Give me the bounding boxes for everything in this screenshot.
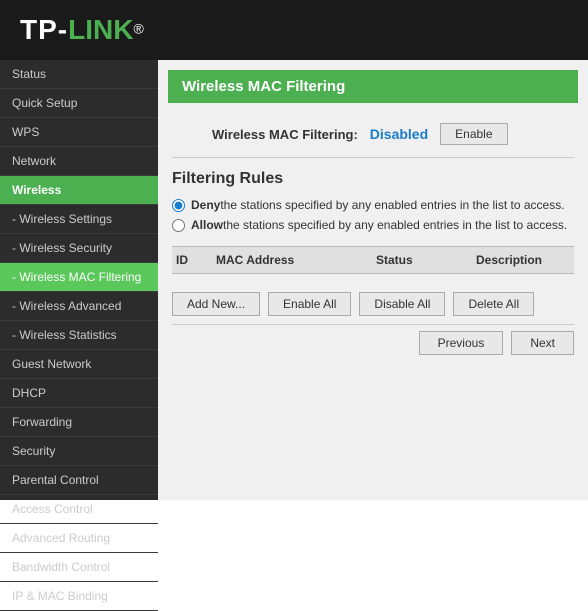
filtering-rules-section: Filtering Rules Deny the stations specif… [172, 170, 574, 355]
logo: TP-LINK® [20, 14, 144, 46]
sidebar-item---wireless-mac-filtering[interactable]: - Wireless MAC Filtering [0, 263, 158, 292]
sidebar-item---wireless-advanced[interactable]: - Wireless Advanced [0, 292, 158, 321]
col-mac-header: MAC Address [216, 253, 376, 267]
page-title-bar: Wireless MAC Filtering [168, 70, 578, 103]
sidebar-item-security[interactable]: Security [0, 437, 158, 466]
disable-all-button[interactable]: Disable All [359, 292, 445, 316]
add-new-button[interactable]: Add New... [172, 292, 260, 316]
allow-radio-row: Allow the stations specified by any enab… [172, 218, 574, 232]
deny-radio[interactable] [172, 199, 185, 212]
filtering-rules-title: Filtering Rules [172, 170, 574, 188]
status-label: Wireless MAC Filtering: [212, 127, 358, 142]
status-value: Disabled [370, 126, 428, 142]
enable-button[interactable]: Enable [440, 123, 507, 145]
sidebar-item-bandwidth-control[interactable]: Bandwidth Control [0, 553, 158, 582]
main-content: Wireless MAC Filtering Wireless MAC Filt… [158, 60, 588, 500]
sidebar-item-ip---mac-binding[interactable]: IP & MAC Binding [0, 582, 158, 611]
table-header: ID MAC Address Status Description [172, 246, 574, 274]
previous-button[interactable]: Previous [419, 331, 504, 355]
sidebar-item-wireless[interactable]: Wireless [0, 176, 158, 205]
logo-link: LINK [68, 14, 133, 45]
sidebar-item-access-control[interactable]: Access Control [0, 495, 158, 524]
next-button[interactable]: Next [511, 331, 574, 355]
sidebar-item-status[interactable]: Status [0, 60, 158, 89]
content-area: Wireless MAC Filtering: Disabled Enable … [158, 115, 588, 355]
layout: StatusQuick SetupWPSNetworkWireless- Wir… [0, 60, 588, 500]
allow-keyword: Allow [191, 218, 223, 232]
sidebar-item-parental-control[interactable]: Parental Control [0, 466, 158, 495]
sidebar-item-quick-setup[interactable]: Quick Setup [0, 89, 158, 118]
sidebar-item-network[interactable]: Network [0, 147, 158, 176]
deny-text: the stations specified by any enabled en… [220, 198, 564, 212]
col-status-header: Status [376, 253, 476, 267]
col-id-header: ID [176, 253, 216, 267]
sidebar-item-advanced-routing[interactable]: Advanced Routing [0, 524, 158, 553]
sidebar-item---wireless-statistics[interactable]: - Wireless Statistics [0, 321, 158, 350]
sidebar: StatusQuick SetupWPSNetworkWireless- Wir… [0, 60, 158, 500]
deny-radio-row: Deny the stations specified by any enabl… [172, 198, 574, 212]
page-title: Wireless MAC Filtering [182, 78, 345, 95]
sidebar-item-wps[interactable]: WPS [0, 118, 158, 147]
allow-text: the stations specified by any enabled en… [223, 218, 567, 232]
logo-tp: TP- [20, 14, 68, 45]
delete-all-button[interactable]: Delete All [453, 292, 534, 316]
sidebar-item-forwarding[interactable]: Forwarding [0, 408, 158, 437]
status-row: Wireless MAC Filtering: Disabled Enable [172, 115, 574, 158]
sidebar-item---wireless-settings[interactable]: - Wireless Settings [0, 205, 158, 234]
col-desc-header: Description [476, 253, 570, 267]
sidebar-item-guest-network[interactable]: Guest Network [0, 350, 158, 379]
logo-reg: ® [133, 21, 143, 37]
pagination-row: Previous Next [172, 324, 574, 355]
enable-all-button[interactable]: Enable All [268, 292, 351, 316]
deny-keyword: Deny [191, 198, 220, 212]
allow-radio[interactable] [172, 219, 185, 232]
button-row: Add New... Enable All Disable All Delete… [172, 284, 574, 316]
sidebar-item---wireless-security[interactable]: - Wireless Security [0, 234, 158, 263]
header: TP-LINK® [0, 0, 588, 60]
sidebar-item-dhcp[interactable]: DHCP [0, 379, 158, 408]
